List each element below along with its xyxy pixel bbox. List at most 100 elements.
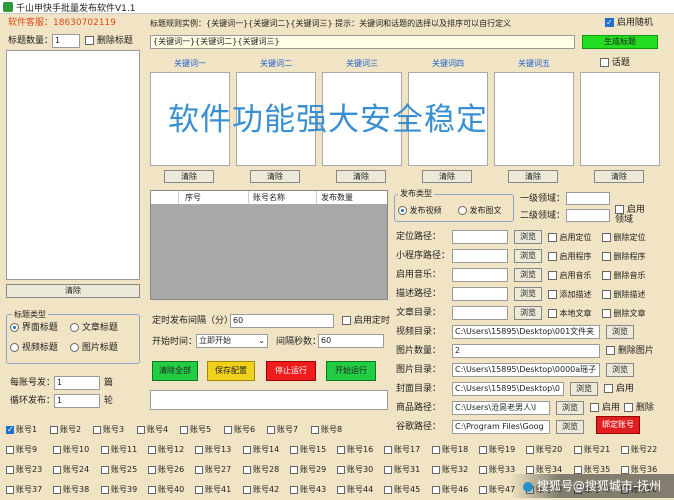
account-checkbox[interactable]: [290, 445, 298, 454]
delete-checkbox[interactable]: [602, 271, 611, 280]
account-checkbox-item[interactable]: 账号23: [6, 465, 42, 475]
path-browse-button[interactable]: 浏览: [514, 306, 542, 320]
account-checkbox[interactable]: [337, 465, 345, 474]
path-input[interactable]: [452, 268, 508, 282]
stop-button[interactable]: 停止运行: [266, 361, 316, 381]
account-checkbox-item[interactable]: 账号37: [6, 485, 42, 495]
google-path-input[interactable]: C:\Program Files\Goog: [452, 420, 550, 434]
account-checkbox[interactable]: [101, 465, 109, 474]
account-checkbox-item[interactable]: 账号13: [195, 445, 231, 455]
account-checkbox[interactable]: [432, 445, 440, 454]
account-checkbox-item[interactable]: 账号20: [526, 445, 562, 455]
cover-dir-browse[interactable]: 浏览: [570, 382, 598, 396]
delete-checkbox[interactable]: [602, 290, 611, 299]
account-checkbox[interactable]: [195, 445, 203, 454]
account-checkbox-item[interactable]: 账号22: [621, 445, 657, 455]
account-checkbox-item[interactable]: 账号11: [101, 445, 137, 455]
account-checkbox[interactable]: [526, 465, 534, 474]
account-checkbox-item[interactable]: 账号4: [137, 425, 168, 435]
clear-titles-button[interactable]: 清除: [6, 284, 140, 298]
radio-article-title[interactable]: 文章标题: [70, 323, 118, 334]
account-checkbox-item[interactable]: 账号38: [53, 485, 89, 495]
account-checkbox-item[interactable]: 账号31: [384, 465, 420, 475]
account-checkbox-item[interactable]: 账号42: [243, 485, 279, 495]
account-checkbox-item[interactable]: 账号6: [224, 425, 255, 435]
account-checkbox[interactable]: [148, 445, 156, 454]
account-checkbox[interactable]: [6, 485, 14, 494]
topic-list[interactable]: [580, 72, 660, 166]
path-browse-button[interactable]: 浏览: [514, 287, 542, 301]
save-config-button[interactable]: 保存配置: [207, 361, 255, 381]
delete-checkbox[interactable]: [602, 309, 611, 318]
path-delete-check[interactable]: 删除程序: [602, 251, 646, 262]
account-checkbox-item[interactable]: 账号17: [384, 445, 420, 455]
account-checkbox[interactable]: [432, 485, 440, 494]
per-account-input[interactable]: 1: [54, 376, 100, 390]
account-checkbox[interactable]: [432, 465, 440, 474]
account-checkbox-item[interactable]: 账号40: [148, 485, 184, 495]
keyword-clear-button[interactable]: 清除: [250, 170, 300, 183]
product-enable-checkbox[interactable]: [590, 403, 599, 412]
account-checkbox-item[interactable]: 账号26: [148, 465, 184, 475]
account-checkbox-item[interactable]: 账号16: [337, 445, 373, 455]
account-checkbox-item[interactable]: 账号24: [53, 465, 89, 475]
account-checkbox-item[interactable]: 账号19: [479, 445, 515, 455]
account-checkbox[interactable]: [526, 445, 534, 454]
radio-video-title[interactable]: 视频标题: [10, 343, 58, 354]
path-enable-check[interactable]: 启用定位: [548, 232, 592, 243]
account-table[interactable]: 序号 账号名称 发布数量: [150, 190, 388, 300]
path-delete-check[interactable]: 删除描述: [602, 289, 646, 300]
radio-icon[interactable]: [458, 206, 467, 215]
product-delete-check[interactable]: 删除: [624, 403, 654, 414]
account-checkbox[interactable]: [101, 485, 109, 494]
video-dir-input[interactable]: C:\Users\15895\Desktop\001文件夹: [452, 325, 600, 339]
account-checkbox[interactable]: [267, 425, 275, 434]
keyword-list[interactable]: [494, 72, 574, 166]
keyword-clear-button[interactable]: 清除: [336, 170, 386, 183]
account-checkbox[interactable]: [195, 485, 203, 494]
google-path-browse[interactable]: 浏览: [556, 420, 584, 434]
account-checkbox[interactable]: [479, 485, 487, 494]
delete-image-check[interactable]: 删除图片: [606, 346, 654, 357]
loop-input[interactable]: 1: [54, 394, 100, 408]
keyword-clear-button[interactable]: 清除: [164, 170, 214, 183]
path-enable-check[interactable]: 添加描述: [548, 289, 592, 300]
account-checkbox[interactable]: [50, 425, 58, 434]
title-count-input[interactable]: 1: [52, 34, 80, 48]
enable-checkbox[interactable]: [548, 252, 557, 261]
level2-domain-input[interactable]: [566, 209, 610, 222]
path-browse-button[interactable]: 浏览: [514, 230, 542, 244]
enable-checkbox[interactable]: [548, 271, 557, 280]
radio-ui-title[interactable]: 界面标题: [10, 323, 58, 334]
account-checkbox[interactable]: [337, 485, 345, 494]
account-checkbox[interactable]: [479, 465, 487, 474]
account-checkbox[interactable]: [137, 425, 145, 434]
gap-input[interactable]: 60: [318, 334, 384, 348]
bind-account-button[interactable]: 绑定账号: [596, 416, 640, 434]
account-checkbox[interactable]: [621, 465, 629, 474]
image-dir-input[interactable]: C:\Users\15895\Desktop\0000a瑶子: [452, 363, 600, 377]
account-checkbox[interactable]: [574, 465, 582, 474]
image-dir-browse[interactable]: 浏览: [606, 363, 634, 377]
account-checkbox-item[interactable]: 账号3: [93, 425, 124, 435]
enable-checkbox[interactable]: [548, 233, 557, 242]
account-checkbox-item[interactable]: 账号9: [6, 445, 37, 455]
topic-checkbox[interactable]: [600, 58, 609, 67]
account-checkbox[interactable]: [6, 465, 14, 474]
radio-icon[interactable]: [10, 323, 19, 332]
account-checkbox[interactable]: [243, 485, 251, 494]
delete-image-checkbox[interactable]: [606, 346, 615, 355]
start-time-select[interactable]: 立即开始 ⌄: [196, 334, 268, 348]
radio-icon[interactable]: [70, 323, 79, 332]
domain-checkbox[interactable]: [615, 205, 624, 214]
path-input[interactable]: [452, 230, 508, 244]
account-checkbox-item[interactable]: 账号39: [101, 485, 137, 495]
account-checkbox-item[interactable]: 账号12: [148, 445, 184, 455]
path-input[interactable]: [452, 306, 508, 320]
account-checkbox[interactable]: [384, 485, 392, 494]
enable-domain-check[interactable]: 启用领域: [615, 205, 649, 225]
topic-check[interactable]: 话题: [600, 58, 630, 69]
path-enable-check[interactable]: 启用音乐: [548, 270, 592, 281]
account-checkbox[interactable]: [311, 425, 319, 434]
video-dir-browse[interactable]: 浏览: [606, 325, 634, 339]
